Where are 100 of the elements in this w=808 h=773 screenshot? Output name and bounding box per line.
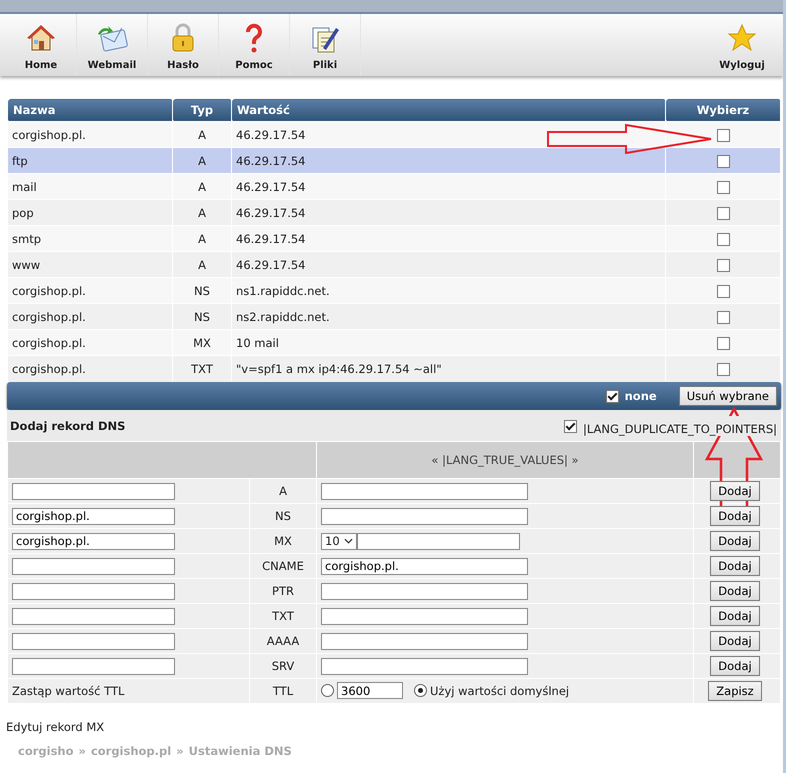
add-button[interactable]: Dodaj <box>710 481 760 501</box>
ttl-label: Zastąp wartość TTL <box>8 678 250 704</box>
table-cell: "v=spf1 a mx ip4:46.29.17.54 ~all" <box>232 356 666 382</box>
section-title: Dodaj rekord DNS <box>10 419 126 433</box>
table-cell: 10 mail <box>232 330 666 356</box>
record-type: MX <box>250 528 316 554</box>
record-type: AAAA <box>250 628 316 654</box>
record-type: PTR <box>250 578 316 604</box>
value-field[interactable] <box>321 582 528 600</box>
column-header: Nazwa <box>8 98 172 122</box>
record-type: CNAME <box>250 554 316 578</box>
checkbox[interactable] <box>716 284 730 298</box>
name-field[interactable] <box>12 608 175 624</box>
name-field[interactable]: corgishop.pl. <box>12 532 175 550</box>
ttl-field[interactable]: 3600 <box>337 682 403 699</box>
add-button[interactable]: Dodaj <box>710 556 760 576</box>
record-type: SRV <box>250 654 316 678</box>
table-cell: smtp <box>8 226 172 252</box>
toolbar-button[interactable]: Home <box>6 14 77 76</box>
default-ttl-radio[interactable] <box>414 684 427 697</box>
checkbox[interactable] <box>716 180 730 194</box>
table-cell: corgishop.pl. <box>8 278 172 304</box>
duplicate-checkbox[interactable] <box>564 420 577 432</box>
table-cell: corgishop.pl. <box>8 304 172 330</box>
table-cell: corgishop.pl. <box>8 356 172 382</box>
checkbox[interactable] <box>716 336 730 350</box>
star-icon <box>726 22 758 54</box>
custom-ttl-radio[interactable] <box>321 684 334 697</box>
add-button[interactable]: Dodaj <box>710 506 760 526</box>
checkbox[interactable] <box>716 258 730 272</box>
table-cell: corgishop.pl. <box>8 330 172 356</box>
value-field[interactable] <box>321 482 528 500</box>
breadcrumb-separator: » <box>176 744 184 758</box>
priority-dropdown[interactable]: 10 <box>321 532 357 550</box>
table-cell: MX <box>172 330 232 356</box>
table-cell: www <box>8 252 172 278</box>
checkbox[interactable] <box>716 206 730 220</box>
table-cell: ns1.rapiddc.net. <box>232 278 666 304</box>
record-type: A <box>250 478 316 504</box>
column-header: Wybierz <box>666 98 780 122</box>
value-field[interactable] <box>321 658 528 674</box>
save-button[interactable]: Zapisz <box>708 681 762 701</box>
add-button[interactable]: Dodaj <box>710 656 760 676</box>
checkbox[interactable] <box>716 154 730 168</box>
checkbox[interactable] <box>716 232 730 246</box>
table-cell: A <box>172 200 232 226</box>
add-button[interactable]: Dodaj <box>710 631 760 651</box>
table-cell: A <box>172 174 232 200</box>
table-cell: 46.29.17.54 <box>232 148 666 174</box>
name-field[interactable] <box>12 632 175 650</box>
default-ttl-label: Użyj wartości domyślnej <box>430 684 570 698</box>
table-cell: 46.29.17.54 <box>232 252 666 278</box>
table-cell: 46.29.17.54 <box>232 226 666 252</box>
name-field[interactable] <box>12 582 175 600</box>
record-type: NS <box>250 504 316 528</box>
chevron-down-icon <box>344 538 353 544</box>
add-button[interactable]: Dodaj <box>710 606 760 626</box>
table-cell: ns2.rapiddc.net. <box>232 304 666 330</box>
checkbox[interactable] <box>716 128 730 142</box>
add-button[interactable]: Dodaj <box>710 581 760 601</box>
column-header: Typ <box>172 98 232 122</box>
breadcrumb-separator: » <box>78 744 86 758</box>
table-cell: A <box>172 148 232 174</box>
table-cell: A <box>172 252 232 278</box>
table-cell: TXT <box>172 356 232 382</box>
checkbox[interactable] <box>716 362 730 376</box>
table-cell: corgishop.pl. <box>8 122 172 148</box>
value-field[interactable] <box>321 508 528 524</box>
select-all-label: none <box>624 389 657 403</box>
checkbox[interactable] <box>716 310 730 324</box>
name-field[interactable] <box>12 658 175 674</box>
toolbar-button[interactable]: Webmail <box>77 14 148 76</box>
table-cell: 46.29.17.54 <box>232 174 666 200</box>
delete-selected-button[interactable]: Usuń wybrane <box>678 386 777 406</box>
select-all-checkbox[interactable] <box>606 390 619 402</box>
value-field[interactable] <box>321 632 528 650</box>
record-type: TTL <box>250 678 316 704</box>
column-header: « |LANG_TRUE_VALUES| » <box>316 442 694 478</box>
name-field[interactable] <box>12 558 175 574</box>
toolbar-button[interactable]: Pliki <box>290 14 361 76</box>
table-cell: mail <box>8 174 172 200</box>
edit-mx-link[interactable]: Edytuj rekord MX <box>6 720 783 734</box>
column-header: Wartość <box>232 98 666 122</box>
table-cell: 46.29.17.54 <box>232 122 666 148</box>
name-field[interactable] <box>12 482 175 500</box>
value-field[interactable] <box>321 608 528 624</box>
toolbar-button[interactable]: Hasło <box>148 14 219 76</box>
toolbar-button[interactable]: Pomoc <box>219 14 290 76</box>
value-field[interactable] <box>356 532 520 550</box>
add-button[interactable]: Dodaj <box>710 531 760 551</box>
duplicate-label: |LANG_DUPLICATE_TO_POINTERS| <box>583 416 777 436</box>
table-cell: ftp <box>8 148 172 174</box>
value-field[interactable]: corgishop.pl. <box>321 558 528 574</box>
table-cell: pop <box>8 200 172 226</box>
table-cell: NS <box>172 278 232 304</box>
table-cell: NS <box>172 304 232 330</box>
table-cell: A <box>172 226 232 252</box>
name-field[interactable]: corgishop.pl. <box>12 508 175 524</box>
logout-button[interactable]: Wyloguj <box>707 14 777 76</box>
record-type: TXT <box>250 604 316 628</box>
